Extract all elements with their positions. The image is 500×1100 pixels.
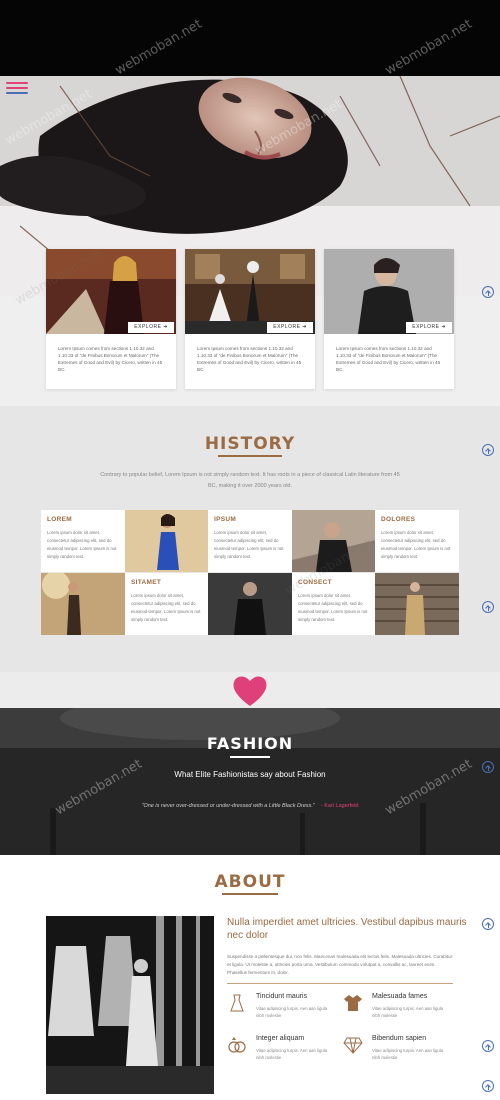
fashion-title: FASHION — [206, 734, 294, 753]
history-photo — [292, 510, 376, 572]
history-item-title: SITAMET — [131, 579, 162, 586]
menu-icon[interactable] — [6, 82, 28, 94]
feature-title: Integer aliquam — [256, 1035, 305, 1042]
history-photo — [125, 510, 209, 572]
history-item: DOLORES Lorem ipsum dolor sit amet, cons… — [375, 510, 459, 572]
history-item-title: CONSECT — [298, 579, 332, 586]
heart-icon — [233, 676, 267, 706]
history-photo — [208, 573, 292, 635]
history-item: CONSECT Lorem ipsum dolor sit amet, cons… — [292, 573, 376, 635]
history-item-text: Lorem ipsum dolor sit amet, consectetur … — [381, 530, 451, 559]
arrow-right-icon: ➜ — [441, 324, 446, 330]
arrow-right-icon: ➜ — [163, 324, 168, 330]
explore-button[interactable]: EXPLORE ➜ — [267, 322, 313, 333]
scroll-up-button[interactable] — [482, 444, 494, 456]
history-item: SITAMET Lorem ipsum dolor sit amet, cons… — [125, 573, 209, 635]
title-underline — [218, 455, 282, 457]
feature-card: EXPLORE ➜ Lorem Ipsum comes from section… — [324, 249, 454, 389]
dress-icon — [230, 994, 244, 1012]
history-photo — [41, 573, 125, 635]
history-title: HISTORY — [204, 434, 296, 454]
history-item-title: IPSUM — [214, 516, 237, 523]
scroll-up-button[interactable] — [482, 286, 494, 298]
feature-card: EXPLORE ➜ Lorem Ipsum comes from section… — [185, 249, 315, 389]
arrow-right-icon: ➜ — [302, 324, 307, 330]
feature-text: Vitae adipiscing turpis. Aen aan ligula … — [256, 1048, 328, 1060]
history-photo — [375, 573, 459, 635]
feature-text: Vitae adipiscing turpis. Aen aan ligula … — [256, 1006, 328, 1018]
about-divider — [227, 983, 453, 984]
fashion-background — [0, 708, 500, 855]
history-item-text: Lorem ipsum dolor sit amet, consectetur … — [131, 593, 201, 622]
explore-button[interactable]: EXPLORE ➜ — [128, 322, 174, 333]
about-feature: Bibendum sapien Vitae adipiscing turpis.… — [343, 1035, 458, 1075]
about-title: ABOUT — [214, 872, 286, 892]
about-paragraph: Suspendisse a pellentesque dui, non feli… — [227, 954, 453, 975]
fashion-section — [0, 708, 500, 855]
shirt-icon — [344, 995, 362, 1011]
fashion-subtitle: What Elite Fashionistas say about Fashio… — [174, 770, 326, 779]
title-underline — [222, 893, 278, 895]
top-bar — [0, 0, 500, 76]
history-item-text: Lorem ipsum dolor sit amet, consectetur … — [47, 530, 117, 559]
feature-card: EXPLORE ➜ Lorem Ipsum comes from section… — [46, 249, 176, 389]
about-feature: Malesuada fames Vitae adipiscing turpis.… — [343, 993, 458, 1033]
feature-text: Vitae adipiscing turpis. Aen aan ligula … — [372, 1006, 444, 1018]
quote-text: "One is never over-dressed or under-dres… — [141, 803, 315, 809]
card-text: Lorem Ipsum comes from sections 1.10.32 … — [336, 346, 441, 372]
history-item-title: LOREM — [47, 516, 72, 523]
card-text: Lorem Ipsum comes from sections 1.10.32 … — [58, 346, 163, 372]
feature-text: Vitae adipiscing turpis. Aen aan ligula … — [372, 1048, 444, 1060]
scroll-up-button[interactable] — [482, 918, 494, 930]
scroll-up-button[interactable] — [482, 1040, 494, 1052]
scroll-up-button[interactable] — [482, 601, 494, 613]
fashion-quote: "One is never over-dressed or under-dres… — [0, 803, 500, 809]
feature-title: Tincidunt mauris — [256, 993, 308, 1000]
about-photo — [46, 916, 214, 1094]
scroll-up-button[interactable] — [482, 1080, 494, 1092]
scroll-up-button[interactable] — [482, 761, 494, 773]
history-item-text: Lorem ipsum dolor sit amet, consectetur … — [214, 530, 284, 559]
feature-title: Malesuada fames — [372, 993, 428, 1000]
explore-button[interactable]: EXPLORE ➜ — [406, 322, 452, 333]
title-underline — [230, 756, 270, 758]
history-description: Contrary to popular belief, Lorem Ipsum … — [100, 472, 400, 489]
card-text: Lorem Ipsum comes from sections 1.10.32 … — [197, 346, 302, 372]
history-item: LOREM Lorem ipsum dolor sit amet, consec… — [41, 510, 125, 572]
about-feature: Integer aliquam Vitae adipiscing turpis.… — [227, 1035, 342, 1075]
rings-icon — [228, 1037, 246, 1053]
history-item: IPSUM Lorem ipsum dolor sit amet, consec… — [208, 510, 292, 572]
history-item-title: DOLORES — [381, 516, 416, 523]
diamond-icon — [343, 1037, 363, 1054]
history-item-text: Lorem ipsum dolor sit amet, consectetur … — [298, 593, 368, 622]
feature-title: Bibendum sapien — [372, 1035, 427, 1042]
quote-author: - Karl Lagerfeld — [320, 803, 359, 809]
about-feature: Tincidunt mauris Vitae adipiscing turpis… — [227, 993, 342, 1033]
about-heading: Nulla imperdiet amet ultricies. Vestibul… — [227, 917, 467, 941]
